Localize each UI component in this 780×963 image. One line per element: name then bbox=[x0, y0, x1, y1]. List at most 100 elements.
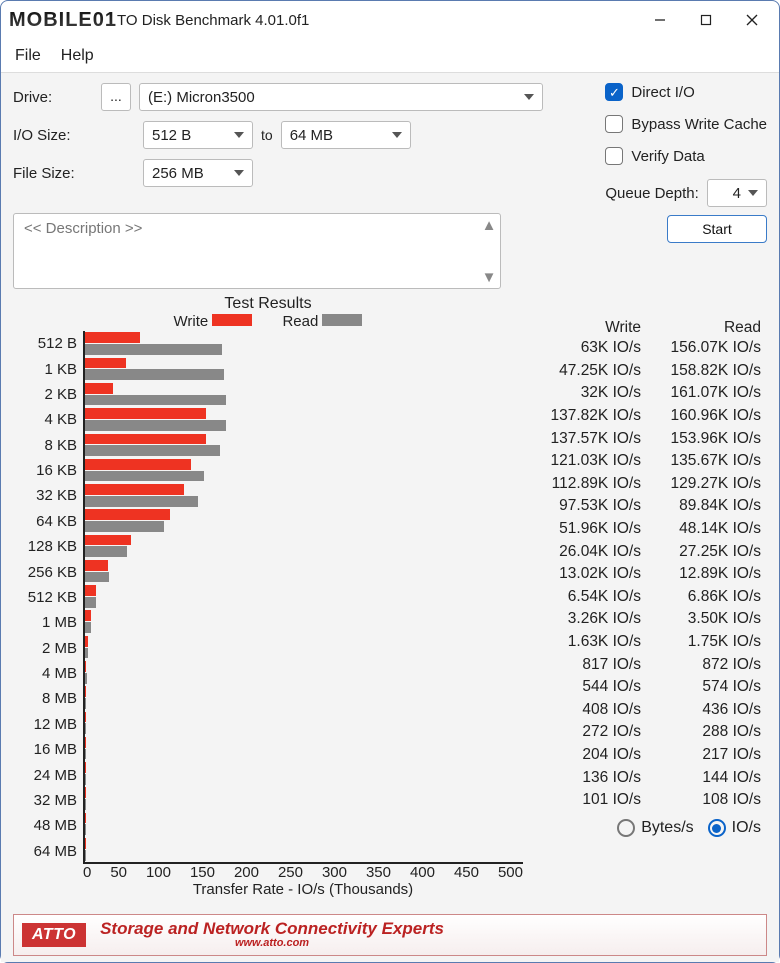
y-tick-label: 64 MB bbox=[13, 839, 77, 864]
verify-data-checkbox[interactable]: Verify Data bbox=[605, 147, 767, 165]
table-row: 1.63K IO/s1.75K IO/s bbox=[527, 631, 767, 654]
x-tick-label: 50 bbox=[110, 864, 127, 881]
table-row: 272 IO/s288 IO/s bbox=[527, 721, 767, 744]
description-textarea[interactable]: << Description >> ▲ ▼ bbox=[13, 213, 501, 289]
read-bar bbox=[85, 369, 224, 380]
table-row: 26.04K IO/s27.25K IO/s bbox=[527, 540, 767, 563]
menubar: File Help bbox=[1, 39, 779, 73]
bar-row bbox=[85, 508, 523, 533]
spin-up-icon[interactable]: ▲ bbox=[480, 218, 498, 232]
unit-ios-radio[interactable]: IO/s bbox=[708, 819, 761, 837]
menu-help[interactable]: Help bbox=[61, 47, 94, 65]
atto-banner[interactable]: ATTO Storage and Network Connectivity Ex… bbox=[13, 914, 767, 956]
table-row: 817 IO/s872 IO/s bbox=[527, 653, 767, 676]
y-tick-label: 16 KB bbox=[13, 458, 77, 483]
write-bar bbox=[85, 332, 140, 343]
io-size-label: I/O Size: bbox=[13, 127, 93, 144]
read-bar bbox=[85, 420, 226, 431]
read-swatch-icon bbox=[322, 314, 362, 326]
minimize-button[interactable] bbox=[637, 4, 683, 36]
y-tick-label: 128 KB bbox=[13, 534, 77, 559]
titlebar: MOBILE01 TO Disk Benchmark 4.01.0f1 bbox=[1, 1, 779, 39]
checkbox-icon bbox=[605, 115, 623, 133]
bar-row bbox=[85, 584, 523, 609]
write-bar bbox=[85, 636, 88, 647]
read-bar bbox=[85, 673, 87, 684]
x-tick-label: 400 bbox=[410, 864, 435, 881]
chevron-down-icon bbox=[748, 190, 758, 196]
watermark-overlay: MOBILE01 bbox=[9, 9, 117, 32]
drive-label: Drive: bbox=[13, 89, 93, 106]
bar-row bbox=[85, 685, 523, 710]
write-bar bbox=[85, 610, 91, 621]
drive-select[interactable]: (E:) Micron3500 bbox=[139, 83, 543, 111]
table-row: 63K IO/s156.07K IO/s bbox=[527, 337, 767, 360]
write-bar bbox=[85, 434, 206, 445]
y-tick-label: 1 MB bbox=[13, 610, 77, 635]
table-row: 112.89K IO/s129.27K IO/s bbox=[527, 473, 767, 496]
write-bar bbox=[85, 408, 206, 419]
maximize-button[interactable] bbox=[683, 4, 729, 36]
app-window: MOBILE01 TO Disk Benchmark 4.01.0f1 File… bbox=[0, 0, 780, 963]
unit-bytes-radio[interactable]: Bytes/s bbox=[617, 819, 693, 837]
x-tick-label: 150 bbox=[190, 864, 215, 881]
y-tick-label: 8 MB bbox=[13, 686, 77, 711]
spin-down-icon[interactable]: ▼ bbox=[480, 270, 498, 284]
bar-row bbox=[85, 331, 523, 356]
read-bar bbox=[85, 723, 86, 734]
read-bar bbox=[85, 395, 226, 406]
bar-row bbox=[85, 736, 523, 761]
io-size-min-select[interactable]: 512 B bbox=[143, 121, 253, 149]
x-tick-label: 350 bbox=[366, 864, 391, 881]
bar-row bbox=[85, 710, 523, 735]
table-row: 136 IO/s144 IO/s bbox=[527, 766, 767, 789]
y-tick-label: 32 MB bbox=[13, 788, 77, 813]
start-button[interactable]: Start bbox=[667, 215, 767, 243]
atto-logo: ATTO bbox=[22, 923, 86, 947]
queue-depth-label: Queue Depth: bbox=[605, 185, 698, 202]
x-tick-label: 250 bbox=[278, 864, 303, 881]
browse-drive-button[interactable]: ... bbox=[101, 83, 131, 111]
bar-row bbox=[85, 483, 523, 508]
write-bar bbox=[85, 383, 113, 394]
checkbox-icon bbox=[605, 147, 623, 165]
file-size-select[interactable]: 256 MB bbox=[143, 159, 253, 187]
x-tick-label: 450 bbox=[454, 864, 479, 881]
x-tick-label: 0 bbox=[83, 864, 91, 881]
read-bar bbox=[85, 445, 220, 456]
write-bar bbox=[85, 560, 108, 571]
y-tick-label: 12 MB bbox=[13, 712, 77, 737]
read-bar bbox=[85, 496, 198, 507]
table-row: 32K IO/s161.07K IO/s bbox=[527, 382, 767, 405]
table-row: 204 IO/s217 IO/s bbox=[527, 744, 767, 767]
io-size-max-select[interactable]: 64 MB bbox=[281, 121, 411, 149]
x-tick-label: 300 bbox=[322, 864, 347, 881]
queue-depth-select[interactable]: 4 bbox=[707, 179, 767, 207]
bar-row bbox=[85, 634, 523, 659]
write-bar bbox=[85, 585, 96, 596]
read-bar bbox=[85, 546, 127, 557]
menu-file[interactable]: File bbox=[15, 47, 41, 65]
bar-row bbox=[85, 811, 523, 836]
radio-checked-icon bbox=[708, 819, 726, 837]
bar-row bbox=[85, 356, 523, 381]
table-row: 6.54K IO/s6.86K IO/s bbox=[527, 586, 767, 609]
table-row: 51.96K IO/s48.14K IO/s bbox=[527, 518, 767, 541]
y-tick-label: 32 KB bbox=[13, 483, 77, 508]
write-bar bbox=[85, 509, 170, 520]
x-tick-label: 200 bbox=[234, 864, 259, 881]
bar-row bbox=[85, 837, 523, 862]
results-table-header: Write Read bbox=[527, 319, 767, 337]
y-tick-label: 1 KB bbox=[13, 356, 77, 381]
results-title: Test Results bbox=[13, 295, 523, 313]
read-bar bbox=[85, 572, 109, 583]
bypass-write-cache-checkbox[interactable]: Bypass Write Cache bbox=[605, 115, 767, 133]
bar-row bbox=[85, 457, 523, 482]
close-button[interactable] bbox=[729, 4, 775, 36]
chevron-down-icon bbox=[234, 170, 244, 176]
read-bar bbox=[85, 471, 204, 482]
read-bar bbox=[85, 597, 96, 608]
direct-io-checkbox[interactable]: ✓ Direct I/O bbox=[605, 83, 767, 101]
table-row: 97.53K IO/s89.84K IO/s bbox=[527, 495, 767, 518]
banner-text: Storage and Network Connectivity Experts… bbox=[100, 920, 444, 949]
